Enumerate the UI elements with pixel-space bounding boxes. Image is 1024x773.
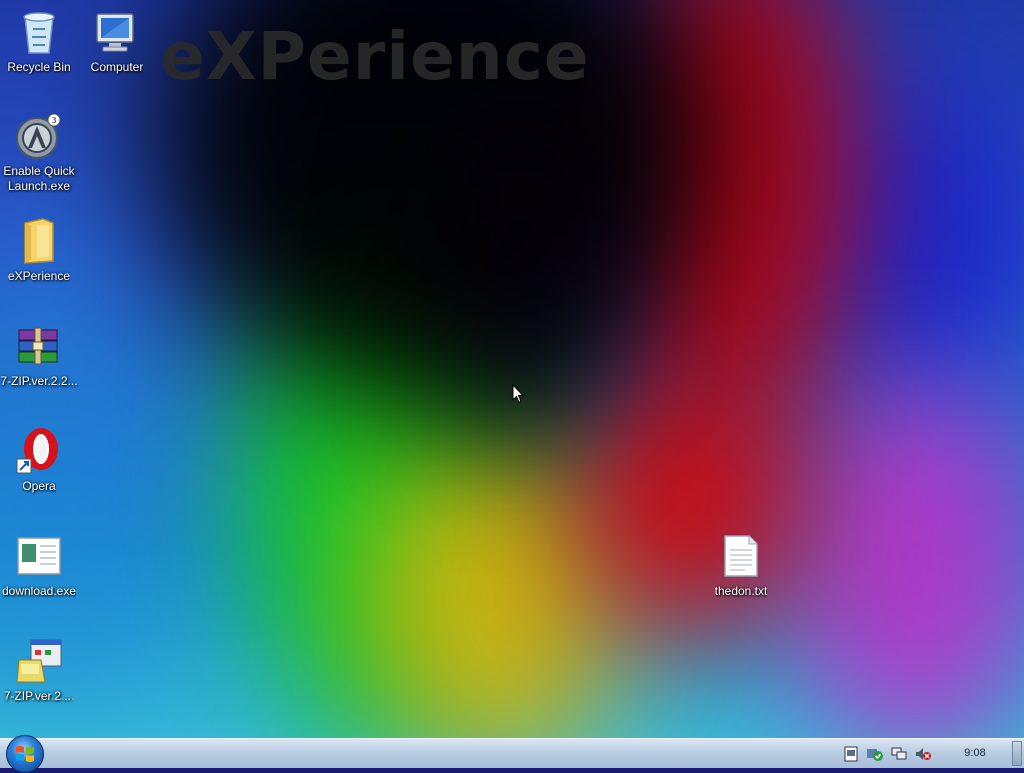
system-tray bbox=[842, 743, 932, 765]
desktop-icon-thedon-txt[interactable]: thedon.txt bbox=[700, 532, 782, 599]
icon-label: thedon.txt bbox=[714, 584, 768, 598]
desktop-wallpaper: eXPerience bbox=[0, 0, 1024, 738]
download-exe-icon bbox=[15, 532, 63, 580]
desktop-icon-enable-quick-launch[interactable]: 3 Enable Quick Launch.exe bbox=[0, 112, 80, 194]
security-center-icon[interactable] bbox=[866, 745, 884, 763]
wallpaper-brand-text: eXPerience bbox=[160, 18, 590, 95]
desktop-icon-computer[interactable]: Computer bbox=[76, 8, 158, 75]
icon-label: Enable Quick Launch.exe bbox=[3, 164, 75, 193]
svg-text:3: 3 bbox=[51, 116, 56, 125]
taskbar: 9:08 bbox=[0, 735, 1024, 773]
desktop-icon-experience-folder[interactable]: eXPerience bbox=[0, 217, 80, 284]
icon-label: Computer bbox=[90, 60, 144, 74]
icon-label: Recycle Bin bbox=[7, 60, 71, 74]
icon-label: eXPerience bbox=[7, 269, 71, 283]
icon-label: 7-ZIP.ver.2.... bbox=[3, 689, 75, 703]
computer-icon bbox=[93, 8, 141, 56]
mouse-pointer-icon bbox=[512, 383, 525, 404]
network-icon[interactable] bbox=[890, 745, 908, 763]
desktop-icon-opera[interactable]: Opera bbox=[0, 427, 80, 494]
installer-icon bbox=[15, 637, 63, 685]
text-file-icon bbox=[717, 532, 765, 580]
start-orb-icon bbox=[16, 746, 34, 762]
volume-muted-icon[interactable] bbox=[914, 745, 932, 763]
show-desktop-button[interactable] bbox=[1012, 741, 1022, 766]
desktop-icon-7zip-archive[interactable]: 7-ZIP.ver.2.2... bbox=[0, 322, 80, 389]
network-drive-icon[interactable] bbox=[842, 745, 860, 763]
app-launcher-icon: 3 bbox=[15, 112, 63, 160]
folder-icon bbox=[15, 217, 63, 265]
desktop-icon-download-exe[interactable]: download.exe bbox=[0, 532, 80, 599]
desktop-icon-recycle-bin[interactable]: Recycle Bin bbox=[0, 8, 80, 75]
desktop-icon-7zip-installer[interactable]: 7-ZIP.ver.2.... bbox=[0, 637, 80, 704]
opera-icon bbox=[15, 427, 63, 475]
icon-label: download.exe bbox=[1, 584, 77, 598]
taskbar-clock[interactable]: 9:08 bbox=[955, 747, 995, 759]
icon-label: 7-ZIP.ver.2.2... bbox=[0, 374, 78, 388]
winrar-archive-icon bbox=[15, 322, 63, 370]
recycle-bin-icon bbox=[15, 8, 63, 56]
start-button[interactable] bbox=[6, 735, 44, 773]
icon-label: Opera bbox=[22, 479, 56, 493]
